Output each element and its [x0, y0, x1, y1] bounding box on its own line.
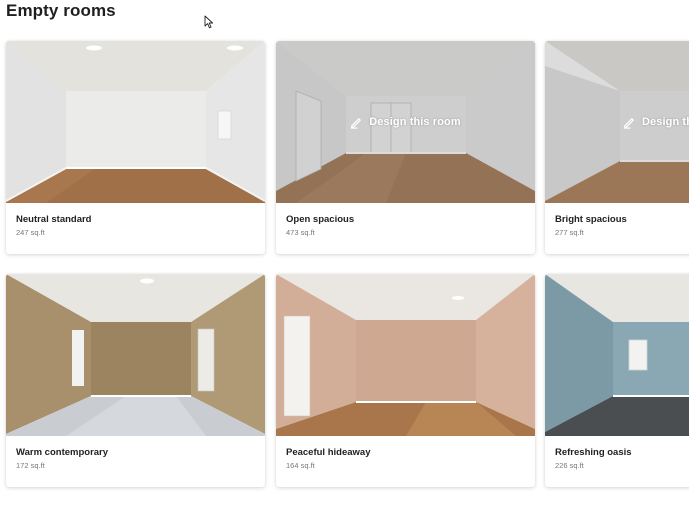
- design-room-overlay[interactable]: Design this room: [276, 41, 535, 203]
- room-image: [276, 274, 535, 436]
- room-thumbnail[interactable]: Design this room: [545, 41, 689, 203]
- design-room-overlay[interactable]: Design this room: [545, 41, 689, 203]
- room-caption: Neutral standard 247 sq.ft: [6, 203, 265, 238]
- room-card-warm-contemporary[interactable]: Warm contemporary 172 sq.ft: [6, 274, 265, 487]
- pencil-icon: [351, 117, 362, 129]
- room-name: Neutral standard: [16, 214, 92, 225]
- room-card-refreshing-oasis[interactable]: Refreshing oasis 226 sq.ft: [545, 274, 689, 487]
- room-card-open-spacious[interactable]: Design this room Open spacious 473 sq.ft: [276, 41, 535, 254]
- room-card-peaceful-hideaway[interactable]: Peaceful hideaway 164 sq.ft: [276, 274, 535, 487]
- room-card-bright-spacious[interactable]: Design this room Bright spacious 277 sq.…: [545, 41, 689, 254]
- room-thumbnail[interactable]: [276, 274, 535, 436]
- room-image: [6, 274, 265, 436]
- room-name: Refreshing oasis: [555, 447, 632, 458]
- design-room-label: Design this room: [642, 116, 689, 128]
- room-name: Open spacious: [286, 214, 355, 225]
- room-caption: Bright spacious 277 sq.ft: [545, 203, 689, 238]
- room-card-neutral-standard[interactable]: Neutral standard 247 sq.ft: [6, 41, 265, 254]
- room-caption: Peaceful hideaway 164 sq.ft: [276, 436, 535, 471]
- room-caption: Refreshing oasis 226 sq.ft: [545, 436, 689, 471]
- room-size: 277 sq.ft: [555, 228, 584, 237]
- mouse-pointer-icon: [204, 15, 214, 29]
- room-thumbnail[interactable]: [6, 41, 265, 203]
- design-room-label: Design this room: [369, 116, 461, 128]
- room-thumbnail[interactable]: Design this room: [276, 41, 535, 203]
- room-caption: Warm contemporary 172 sq.ft: [6, 436, 265, 471]
- section-title: Empty rooms: [6, 1, 116, 20]
- pencil-icon: [623, 117, 634, 129]
- room-thumbnail[interactable]: [545, 274, 689, 436]
- room-size: 473 sq.ft: [286, 228, 315, 237]
- room-size: 172 sq.ft: [16, 461, 45, 470]
- room-name: Peaceful hideaway: [286, 447, 371, 458]
- empty-rooms-page: Empty rooms Neutral standard 247 sq.ft D…: [0, 0, 689, 512]
- room-size: 164 sq.ft: [286, 461, 315, 470]
- room-size: 247 sq.ft: [16, 228, 45, 237]
- room-image: [6, 41, 265, 203]
- room-thumbnail[interactable]: [6, 274, 265, 436]
- room-name: Bright spacious: [555, 214, 627, 225]
- room-size: 226 sq.ft: [555, 461, 584, 470]
- room-caption: Open spacious 473 sq.ft: [276, 203, 535, 238]
- room-name: Warm contemporary: [16, 447, 109, 458]
- room-image: [545, 274, 689, 436]
